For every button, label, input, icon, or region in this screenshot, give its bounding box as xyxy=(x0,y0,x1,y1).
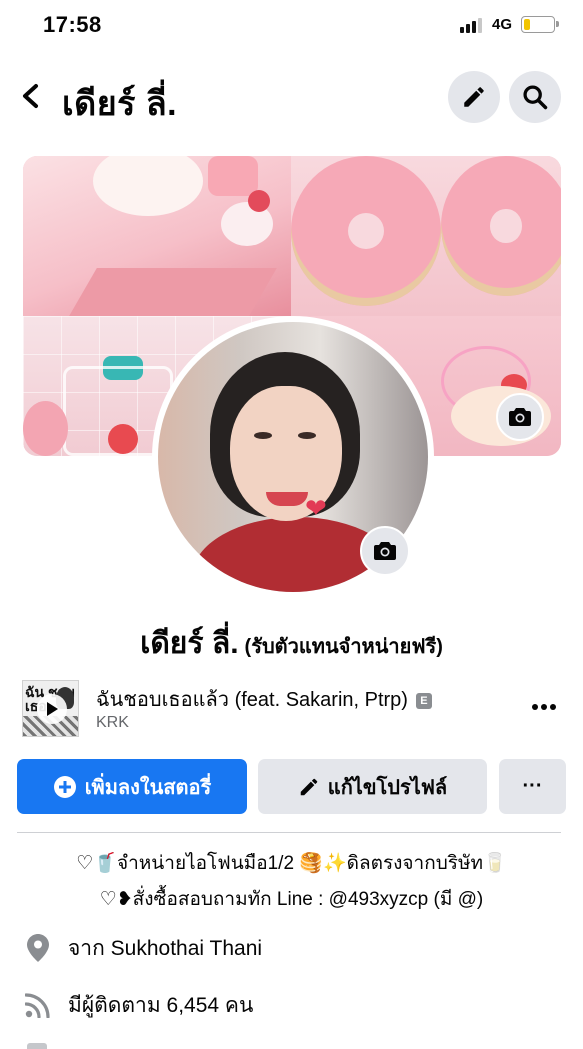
page-title: เดียร์ ลี่. xyxy=(62,85,178,123)
edit-profile-label: แก้ไขโปรไฟล์ xyxy=(327,776,448,799)
camera-icon xyxy=(374,542,396,560)
profile-bio: ♡🥤จำหน่ายไอโฟนมือ1/2 🥞✨ดิลตรงจากบริษัท🥛 … xyxy=(0,846,583,918)
heart-sticker-icon: ❤ xyxy=(305,493,327,523)
song-title-text: ฉันชอบเธอแล้ว (feat. Sakarin, Ptrp) xyxy=(96,689,408,711)
profile-name: เดียร์ ลี่. (รับตัวแทนจำหน่ายฟรี) xyxy=(0,620,583,667)
search-icon xyxy=(523,85,548,110)
battery-icon xyxy=(521,16,559,33)
battery-level xyxy=(524,19,530,30)
edit-button[interactable] xyxy=(448,71,500,123)
profile-name-suffix: (รับตัวแทนจำหน่ายฟรี) xyxy=(244,636,443,658)
chevron-left-icon xyxy=(23,84,38,108)
pencil-icon xyxy=(464,87,484,107)
avatar-camera-button[interactable] xyxy=(360,526,410,576)
explicit-badge: E xyxy=(415,693,432,709)
bio-line: ♡❥สั่งซื้อสอบถามทัก Line : @493xyzcp (มี… xyxy=(99,889,484,910)
cover-camera-button[interactable] xyxy=(496,393,544,441)
edit-profile-button[interactable]: แก้ไขโปรไฟล์ xyxy=(258,759,487,814)
play-icon[interactable] xyxy=(37,694,67,724)
song-more-button[interactable] xyxy=(527,690,561,724)
add-to-story-label: เพิ่มลงในสตอรี่ xyxy=(84,776,212,799)
add-to-story-button[interactable]: เพิ่มลงในสตอรี่ xyxy=(17,759,247,814)
song-artist: KRK xyxy=(96,714,129,731)
rss-icon xyxy=(24,991,52,1019)
location-row: จาก Sukhothai Thani xyxy=(24,928,564,968)
more-horizontal-icon xyxy=(532,704,556,710)
back-button[interactable] xyxy=(16,76,48,116)
profile-song[interactable]: ฉัน ชอบ เธอ ฉันชอบเธอแล้ว (feat. Sakarin… xyxy=(22,680,562,738)
signal-icon xyxy=(460,17,486,33)
location-pin-icon xyxy=(24,934,52,962)
pencil-icon xyxy=(300,778,318,795)
profile-name-main: เดียร์ ลี่. xyxy=(140,627,239,660)
followers-row[interactable]: มีผู้ติดตาม 6,454 คน xyxy=(24,985,564,1025)
location-text: จาก Sukhothai Thani xyxy=(68,936,263,960)
album-art: ฉัน ชอบ เธอ xyxy=(22,680,79,737)
divider xyxy=(17,832,561,833)
next-row-icon xyxy=(27,1043,47,1049)
search-button[interactable] xyxy=(509,71,561,123)
network-type: 4G xyxy=(492,16,513,33)
plus-circle-icon xyxy=(53,775,76,798)
cover-tile xyxy=(291,156,561,316)
status-time: 17:58 xyxy=(43,12,102,37)
status-bar: 17:58 4G xyxy=(0,0,583,52)
bio-line: ♡🥤จำหน่ายไอโฟนมือ1/2 🥞✨ดิลตรงจากบริษัท🥛 xyxy=(76,853,507,874)
song-title: ฉันชอบเธอแล้ว (feat. Sakarin, Ptrp) E xyxy=(96,683,432,715)
profile-header: เดียร์ ลี่. xyxy=(0,62,583,132)
more-horizontal-icon: ··· xyxy=(522,775,543,797)
followers-text: มีผู้ติดตาม 6,454 คน xyxy=(68,993,254,1017)
more-actions-button[interactable]: ··· xyxy=(499,759,566,814)
camera-icon xyxy=(509,408,531,426)
cover-tile xyxy=(23,156,291,316)
